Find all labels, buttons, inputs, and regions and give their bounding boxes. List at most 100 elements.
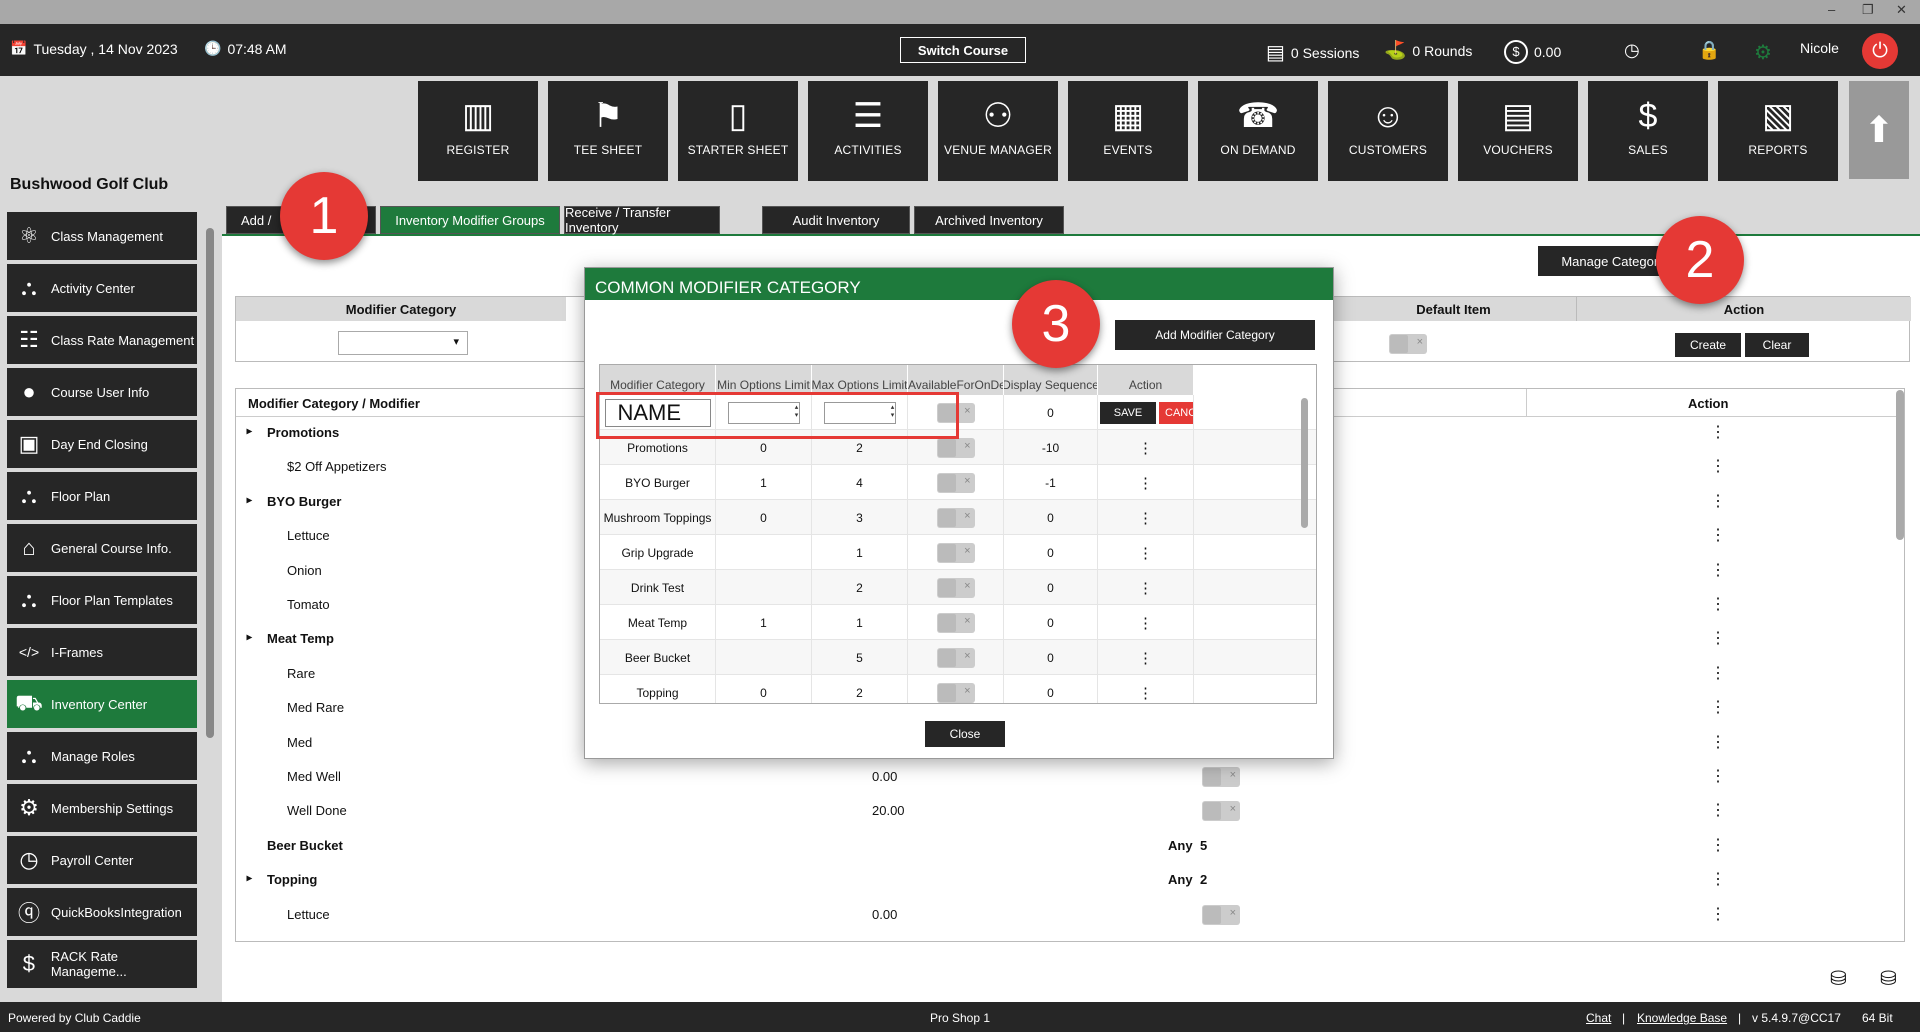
tree-row[interactable]: ▲ Topping Any 2 ⋮ — [236, 870, 1904, 900]
row-menu-icon[interactable]: ⋮ — [1138, 509, 1153, 527]
nav-sales[interactable]: $ SALES — [1588, 81, 1708, 181]
nav-tee-sheet[interactable]: ⚑ TEE SHEET — [548, 81, 668, 181]
row-menu-icon[interactable]: ⋮ — [1710, 459, 1726, 475]
nav-reports[interactable]: ▧ REPORTS — [1718, 81, 1838, 181]
row-menu-icon[interactable]: ⋮ — [1138, 579, 1153, 597]
clear-button[interactable]: Clear — [1745, 333, 1809, 357]
category-row[interactable]: Drink Test 2 0 ⋮ — [600, 570, 1316, 605]
row-menu-icon[interactable]: ⋮ — [1710, 631, 1726, 647]
available-on-demand-toggle[interactable] — [936, 472, 975, 493]
tree-row[interactable]: Well Done 20.00 ⋮ — [236, 801, 1904, 831]
expand-chevron-icon[interactable]: ▲ — [243, 495, 254, 505]
expand-chevron-icon[interactable]: ▲ — [243, 874, 254, 884]
modifier-category-select[interactable] — [338, 331, 468, 355]
default-toggle[interactable] — [1202, 904, 1240, 925]
row-menu-icon[interactable]: ⋮ — [1710, 769, 1726, 785]
sidebar-item-activity-center[interactable]: ⛬ Activity Center — [7, 264, 197, 312]
row-menu-icon[interactable]: ⋮ — [1138, 684, 1153, 702]
nav-starter-sheet[interactable]: ▯ STARTER SHEET — [678, 81, 798, 181]
switch-course-button[interactable]: Switch Course — [900, 37, 1026, 63]
create-button[interactable]: Create — [1675, 333, 1741, 357]
row-menu-icon[interactable]: ⋮ — [1710, 528, 1726, 544]
tab-inventory-modifier-groups[interactable]: Inventory Modifier Groups — [380, 206, 560, 234]
available-on-demand-toggle[interactable] — [936, 542, 975, 563]
available-on-demand-toggle[interactable] — [936, 437, 975, 458]
arrow-up-icon[interactable]: ⬆ — [1849, 81, 1909, 179]
sidebar-item-manage-roles[interactable]: ⛬ Manage Roles — [7, 732, 197, 780]
dialog-table-scrollbar[interactable] — [1301, 398, 1308, 528]
nav-vouchers[interactable]: ▤ VOUCHERS — [1458, 81, 1578, 181]
row-menu-icon[interactable]: ⋮ — [1138, 649, 1153, 667]
sidebar-scrollbar[interactable] — [206, 228, 214, 738]
row-menu-icon[interactable]: ⋮ — [1710, 425, 1726, 441]
nav-on-demand[interactable]: ☎ ON DEMAND — [1198, 81, 1318, 181]
knowledge-base-link[interactable]: Knowledge Base — [1637, 1011, 1727, 1025]
default-item-toggle[interactable] — [1389, 334, 1427, 354]
tab-receive-transfer[interactable]: Receive / Transfer Inventory — [564, 205, 720, 235]
row-menu-icon[interactable]: ⋮ — [1138, 474, 1153, 492]
row-menu-icon[interactable]: ⋮ — [1710, 734, 1726, 751]
nav-events[interactable]: ▦ EVENTS — [1068, 81, 1188, 181]
cancel-button[interactable]: CANCEL — [1159, 401, 1193, 424]
sidebar-item-floor-plan-templates[interactable]: ⛬ Floor Plan Templates — [7, 576, 197, 624]
tree-row[interactable]: Med Well 0.00 ⋮ — [236, 767, 1904, 797]
tree-row[interactable]: Beer Bucket Any 5 ⋮ — [236, 836, 1904, 866]
sidebar-item-payroll-center[interactable]: ◷ Payroll Center — [7, 836, 197, 884]
row-menu-icon[interactable]: ⋮ — [1710, 803, 1726, 819]
add-modifier-category-button[interactable]: Add Modifier Category — [1115, 320, 1315, 350]
tab-archived-inventory[interactable]: Archived Inventory — [914, 206, 1064, 234]
nav-activities[interactable]: ☰ ACTIVITIES — [808, 81, 928, 181]
nav-register[interactable]: ▥ REGISTER — [418, 81, 538, 181]
available-on-demand-toggle[interactable] — [936, 612, 975, 633]
sessions-indicator[interactable]: ▤ 0 Sessions — [1266, 40, 1359, 65]
sidebar-item-general-course-info[interactable]: ⌂ General Course Info. — [7, 524, 197, 572]
tab-audit-inventory[interactable]: Audit Inventory — [762, 206, 910, 234]
history-clock-icon[interactable]: ◷ — [1624, 40, 1640, 61]
sidebar-item-class-rate-management[interactable]: ☷ Class Rate Management — [7, 316, 197, 364]
save-button[interactable]: SAVE — [1100, 401, 1156, 424]
close-button[interactable]: Close — [925, 721, 1005, 747]
available-on-demand-toggle[interactable] — [936, 682, 975, 703]
chat-link[interactable]: Chat — [1586, 1011, 1611, 1025]
restore-icon[interactable]: ❐ — [1862, 2, 1874, 18]
row-menu-icon[interactable]: ⋮ — [1138, 439, 1153, 457]
row-menu-icon[interactable]: ⋮ — [1138, 614, 1153, 632]
sidebar-item-membership-settings[interactable]: ⚙ Membership Settings — [7, 784, 197, 832]
main-scrollbar[interactable] — [1896, 390, 1904, 540]
rounds-indicator[interactable]: ⛳ 0 Rounds — [1384, 40, 1472, 61]
default-toggle[interactable] — [1202, 801, 1240, 822]
nav-venue-manager[interactable]: ⚇ VENUE MANAGER — [938, 81, 1058, 181]
available-on-demand-toggle[interactable] — [936, 507, 975, 528]
row-menu-icon[interactable]: ⋮ — [1710, 872, 1726, 888]
sidebar-item-quickbooks[interactable]: ⓠ QuickBooksIntegration — [7, 888, 197, 936]
sidebar-item-day-end-closing[interactable]: ▣ Day End Closing — [7, 420, 197, 468]
default-toggle[interactable] — [1202, 767, 1240, 787]
category-row[interactable]: Grip Upgrade 1 0 ⋮ — [600, 535, 1316, 570]
close-window-icon[interactable]: ✕ — [1896, 2, 1907, 18]
row-menu-icon[interactable]: ⋮ — [1710, 906, 1726, 923]
sidebar-item-iframes[interactable]: </> I-Frames — [7, 628, 197, 676]
row-menu-icon[interactable]: ⋮ — [1710, 665, 1726, 682]
settings-gear-icon[interactable]: ⚙ — [1754, 40, 1772, 65]
available-on-demand-toggle[interactable] — [936, 647, 975, 668]
balance-indicator[interactable]: $ 0.00 — [1504, 40, 1561, 64]
coins-remove-icon[interactable]: ⛁ — [1880, 966, 1897, 991]
row-menu-icon[interactable]: ⋮ — [1710, 837, 1726, 854]
display-sequence-value[interactable]: 0 — [1004, 395, 1098, 430]
minimize-icon[interactable]: – — [1828, 2, 1835, 17]
expand-chevron-icon[interactable]: ▲ — [243, 633, 254, 643]
lock-icon[interactable]: 🔒 — [1698, 40, 1720, 61]
category-row[interactable]: Beer Bucket 5 0 ⋮ — [600, 640, 1316, 675]
expand-chevron-icon[interactable]: ▲ — [243, 427, 254, 437]
category-row[interactable]: BYO Burger14 -1 ⋮ — [600, 465, 1316, 500]
category-row[interactable]: Meat Temp110⋮ — [600, 605, 1316, 640]
available-on-demand-toggle[interactable] — [936, 577, 975, 598]
row-menu-icon[interactable]: ⋮ — [1710, 493, 1726, 510]
tree-row[interactable]: Lettuce 0.00 ⋮ — [236, 904, 1904, 935]
row-menu-icon[interactable]: ⋮ — [1710, 700, 1726, 716]
sidebar-item-floor-plan[interactable]: ⛬ Floor Plan — [7, 472, 197, 520]
sidebar-item-rack-rate[interactable]: $ RACK Rate Manageme... — [7, 940, 197, 988]
row-menu-icon[interactable]: ⋮ — [1710, 597, 1726, 613]
category-row[interactable]: Mushroom Toppings030⋮ — [600, 500, 1316, 535]
sidebar-item-class-management[interactable]: ⚛ Class Management — [7, 212, 197, 260]
